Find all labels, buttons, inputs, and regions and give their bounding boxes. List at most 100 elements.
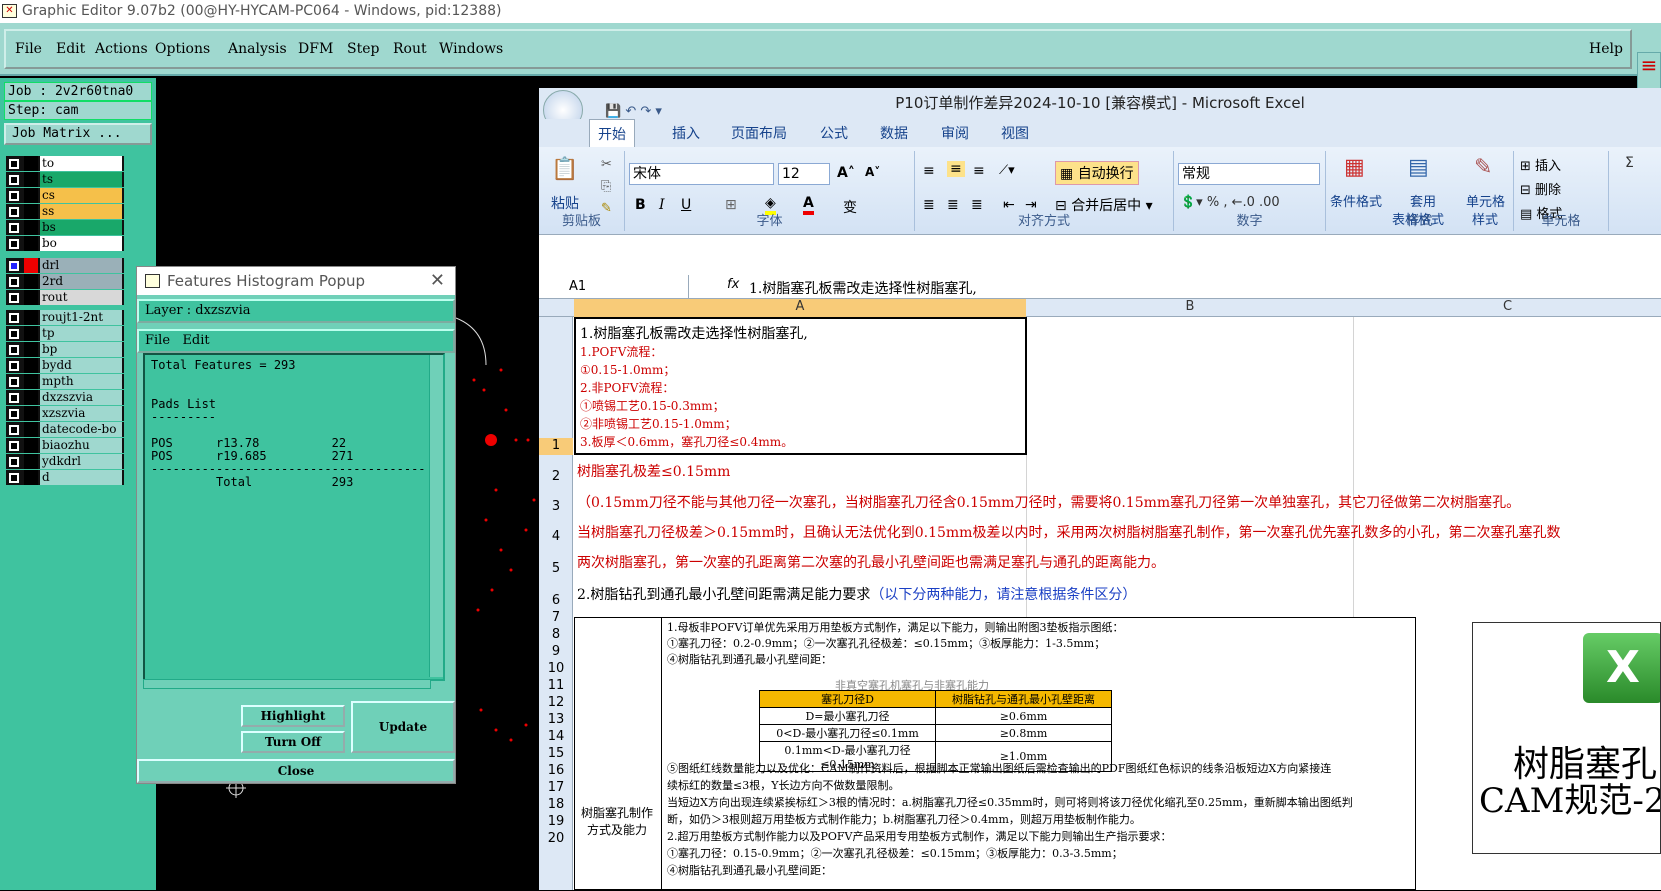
format-as-table-button[interactable]: 套用 xyxy=(1410,191,1436,210)
embedded-object[interactable]: X 树脂塞孔 CAM规范-2 xyxy=(1472,622,1661,854)
layer-name[interactable]: biaozhu xyxy=(40,438,122,453)
sum-icon[interactable]: Σ xyxy=(1625,155,1634,171)
row-header[interactable]: 3 xyxy=(539,499,573,516)
vertical-scrollbar[interactable] xyxy=(429,355,443,677)
row-header[interactable]: 19 xyxy=(539,814,573,831)
align-bottom-icon[interactable]: ≡ xyxy=(973,163,985,179)
tab-review[interactable]: 审阅 xyxy=(941,123,969,143)
font-name-combo[interactable]: 宋体 xyxy=(629,163,774,185)
layer-checkbox[interactable] xyxy=(9,239,19,249)
shrink-font-icon[interactable]: A˅ xyxy=(865,165,880,179)
menu-options[interactable]: Options xyxy=(155,41,210,57)
row-header[interactable]: 16 xyxy=(539,763,573,780)
layer-checkbox[interactable] xyxy=(9,207,19,217)
cell-a2[interactable]: 树脂塞孔极差≤0.15mm xyxy=(577,461,730,481)
row-header[interactable]: 4 xyxy=(539,529,573,546)
row-header[interactable]: 18 xyxy=(539,797,573,814)
row-header[interactable]: 11 xyxy=(539,678,573,695)
layer-checkbox[interactable] xyxy=(9,409,19,419)
layer-checkbox[interactable] xyxy=(9,293,19,303)
layer-checkbox[interactable] xyxy=(9,361,19,371)
layer-name[interactable]: drl xyxy=(40,258,122,273)
row-header[interactable]: 14 xyxy=(539,729,573,746)
cell-a6[interactable]: 2.树脂钻孔到通孔最小孔壁间距需满足能力要求（以下分两种能力，请注意根据条件区分… xyxy=(577,584,1136,604)
layer-row[interactable]: tp xyxy=(6,326,124,342)
menu-edit[interactable]: Edit xyxy=(56,41,85,57)
align-middle-icon[interactable]: ≡ xyxy=(947,161,965,177)
close-icon[interactable]: ✕ xyxy=(430,267,445,295)
row-header[interactable]: 7 xyxy=(539,610,573,627)
row-header[interactable]: 9 xyxy=(539,644,573,661)
tab-view[interactable]: 视图 xyxy=(1001,123,1029,143)
formula-content[interactable]: 1.树脂塞孔板需改走选择性树脂塞孔, xyxy=(749,278,977,298)
row-header[interactable]: 10 xyxy=(539,661,573,678)
close-button[interactable]: Close xyxy=(137,759,455,783)
tab-data[interactable]: 数据 xyxy=(880,123,908,143)
cell-a3[interactable]: （0.15mm刀径不能与其他刀径一次塞孔，当树脂塞孔刀径含0.15mm刀径时，需… xyxy=(577,492,1520,512)
layer-checkbox[interactable] xyxy=(9,329,19,339)
insert-cells-button[interactable]: ⊞ 插入 xyxy=(1520,155,1561,174)
tab-page-layout[interactable]: 页面布局 xyxy=(731,123,787,143)
layer-row[interactable]: bp xyxy=(6,342,124,358)
layer-checkbox[interactable] xyxy=(9,457,19,467)
row-header[interactable]: 20 xyxy=(539,831,573,848)
horizontal-scrollbar[interactable] xyxy=(143,679,431,689)
layer-checkbox[interactable] xyxy=(9,159,19,169)
job-matrix-button[interactable]: Job Matrix ... xyxy=(4,123,152,145)
conditional-format-button[interactable]: 条件格式 xyxy=(1330,191,1382,210)
highlight-button[interactable]: Highlight xyxy=(241,705,345,727)
row-header[interactable]: 6 xyxy=(539,593,573,610)
layer-name[interactable]: bo xyxy=(40,236,122,251)
menu-step[interactable]: Step xyxy=(347,41,379,57)
tab-home[interactable]: 开始 xyxy=(589,119,635,148)
orientation-icon[interactable]: ⟋▾ xyxy=(999,163,1015,178)
layer-row[interactable]: bydd xyxy=(6,358,124,374)
layer-name[interactable]: dxzszvia xyxy=(40,390,122,405)
column-header-a[interactable]: A xyxy=(574,299,1026,317)
layer-name[interactable]: mpth xyxy=(40,374,122,389)
row-header[interactable]: 2 xyxy=(539,469,573,486)
copy-icon[interactable]: ⎘ xyxy=(601,179,611,194)
layer-name[interactable]: 2rd xyxy=(40,274,122,289)
layer-name[interactable]: bs xyxy=(40,220,122,235)
align-top-icon[interactable]: ≡ xyxy=(923,163,935,179)
cut-icon[interactable]: ✂ xyxy=(601,157,612,172)
popup-menu-file[interactable]: File xyxy=(145,333,170,348)
tab-formulas[interactable]: 公式 xyxy=(820,123,848,143)
name-box[interactable]: A1 xyxy=(539,275,689,298)
layer-row[interactable]: rout xyxy=(6,290,124,306)
layer-row[interactable]: biaozhu xyxy=(6,438,124,454)
cell-a5[interactable]: 两次树脂塞孔，第一次塞的孔距离第二次塞的孔最小孔壁间距也需满足塞孔与通孔的距离能… xyxy=(577,552,1165,572)
layer-row[interactable]: datecode-bo xyxy=(6,422,124,438)
cell-styles-button[interactable]: 单元格 xyxy=(1466,191,1505,210)
number-format-combo[interactable]: 常规 xyxy=(1178,163,1320,185)
layer-checkbox[interactable] xyxy=(9,345,19,355)
layer-name[interactable]: rout xyxy=(40,290,122,305)
layer-row[interactable]: xzszvia xyxy=(6,406,124,422)
row-header[interactable]: 1 xyxy=(539,438,573,455)
layer-name[interactable]: roujt1-2nt xyxy=(40,310,122,325)
row-header[interactable]: 15 xyxy=(539,746,573,763)
layer-row[interactable]: ts xyxy=(6,172,124,188)
row-header[interactable]: 12 xyxy=(539,695,573,712)
wrap-text-button[interactable]: ▦ 自动换行 xyxy=(1055,161,1139,185)
row-header[interactable]: 13 xyxy=(539,712,573,729)
layer-row[interactable]: ydkdrl xyxy=(6,454,124,470)
layer-row[interactable]: drl xyxy=(6,258,124,274)
popup-menu-edit[interactable]: Edit xyxy=(182,333,209,348)
layer-name[interactable]: to xyxy=(40,156,122,171)
layer-checkbox[interactable] xyxy=(9,261,19,271)
update-button[interactable]: Update xyxy=(351,701,455,753)
layer-name[interactable]: cs xyxy=(40,188,122,203)
number-format-icons[interactable]: 💲▾ % , ←.0 .00 xyxy=(1180,195,1280,210)
layer-row[interactable]: to xyxy=(6,156,124,172)
layer-row[interactable]: bs xyxy=(6,220,124,236)
tab-insert[interactable]: 插入 xyxy=(672,123,700,143)
grow-font-icon[interactable]: A˄ xyxy=(837,165,855,181)
layer-row[interactable]: cs xyxy=(6,188,124,204)
layer-row[interactable]: dxzszvia xyxy=(6,390,124,406)
layer-name[interactable]: datecode-bo xyxy=(40,422,122,437)
menu-dfm[interactable]: DFM xyxy=(298,41,333,57)
layer-checkbox[interactable] xyxy=(9,473,19,483)
cell-a1[interactable]: 1.树脂塞孔板需改走选择性树脂塞孔, 1.POFV流程： ①0.15-1.0mm… xyxy=(574,317,1027,455)
